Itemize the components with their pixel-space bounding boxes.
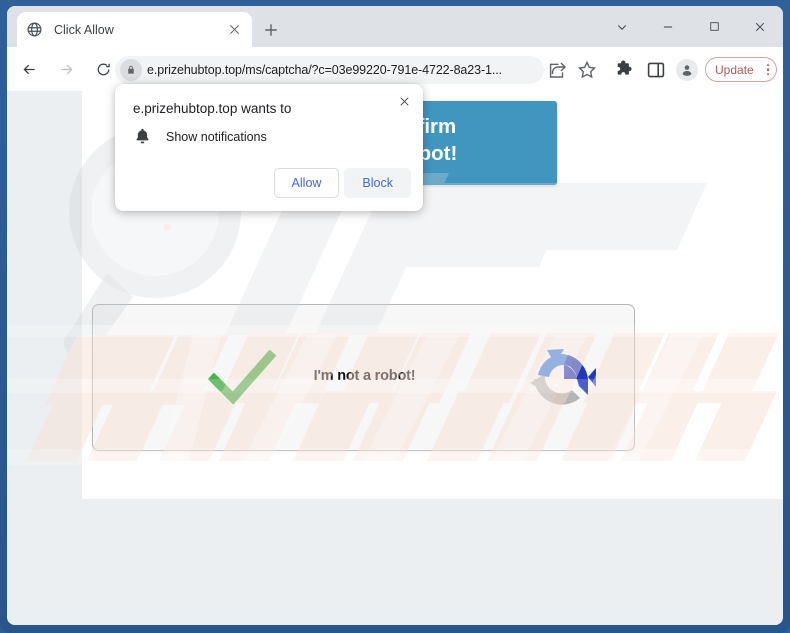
permission-dialog-title: e.prizehubtop.top wants to — [133, 101, 292, 116]
close-icon[interactable] — [393, 90, 415, 112]
browser-tab[interactable]: Click Allow — [17, 12, 252, 47]
new-tab-button[interactable] — [259, 18, 283, 42]
url-text: e.prizehubtop.top/ms/captcha/?c=03e99220… — [147, 63, 503, 77]
permission-label: Show notifications — [166, 129, 267, 144]
forward-button[interactable] — [51, 54, 81, 84]
update-label: Update — [715, 62, 754, 77]
allow-button[interactable]: Allow — [273, 168, 340, 198]
close-button[interactable] — [737, 6, 783, 47]
address-bar[interactable]: e.prizehubtop.top/ms/captcha/?c=03e99220… — [115, 56, 544, 84]
tab-close-icon[interactable] — [226, 21, 243, 38]
minimize-button[interactable] — [645, 6, 691, 47]
permission-row: Show notifications — [133, 127, 267, 146]
recaptcha-arrows-icon — [524, 343, 600, 415]
bookmark-star-icon[interactable] — [577, 60, 597, 80]
block-button[interactable]: Block — [344, 168, 411, 198]
side-panel-icon[interactable] — [646, 60, 666, 80]
tab-strip: Click Allow — [7, 6, 783, 47]
browser-window: Click Allow e.prizehubtop.top/ms/captcha… — [7, 6, 783, 625]
back-button[interactable] — [14, 54, 44, 84]
tab-search-button[interactable] — [599, 6, 645, 47]
three-dots-icon[interactable] — [766, 63, 769, 76]
puzzle-icon[interactable] — [615, 59, 636, 80]
window-controls — [599, 6, 783, 47]
notification-permission-dialog[interactable]: e.prizehubtop.top wants to Show notifica… — [115, 84, 423, 211]
reload-button[interactable] — [88, 54, 118, 84]
lock-icon[interactable] — [120, 59, 142, 81]
permission-actions: Allow Block — [273, 168, 411, 198]
browser-window-frame: Click Allow e.prizehubtop.top/ms/captcha… — [0, 0, 790, 633]
profile-avatar-icon[interactable] — [676, 59, 698, 81]
maximize-button[interactable] — [691, 6, 737, 47]
tab-title: Click Allow — [54, 22, 114, 37]
update-button[interactable]: Update — [705, 57, 777, 82]
bell-icon — [133, 127, 152, 146]
captcha-card[interactable]: I'm not a robot! — [92, 304, 635, 451]
share-icon[interactable] — [547, 60, 567, 80]
globe-icon — [26, 21, 43, 38]
